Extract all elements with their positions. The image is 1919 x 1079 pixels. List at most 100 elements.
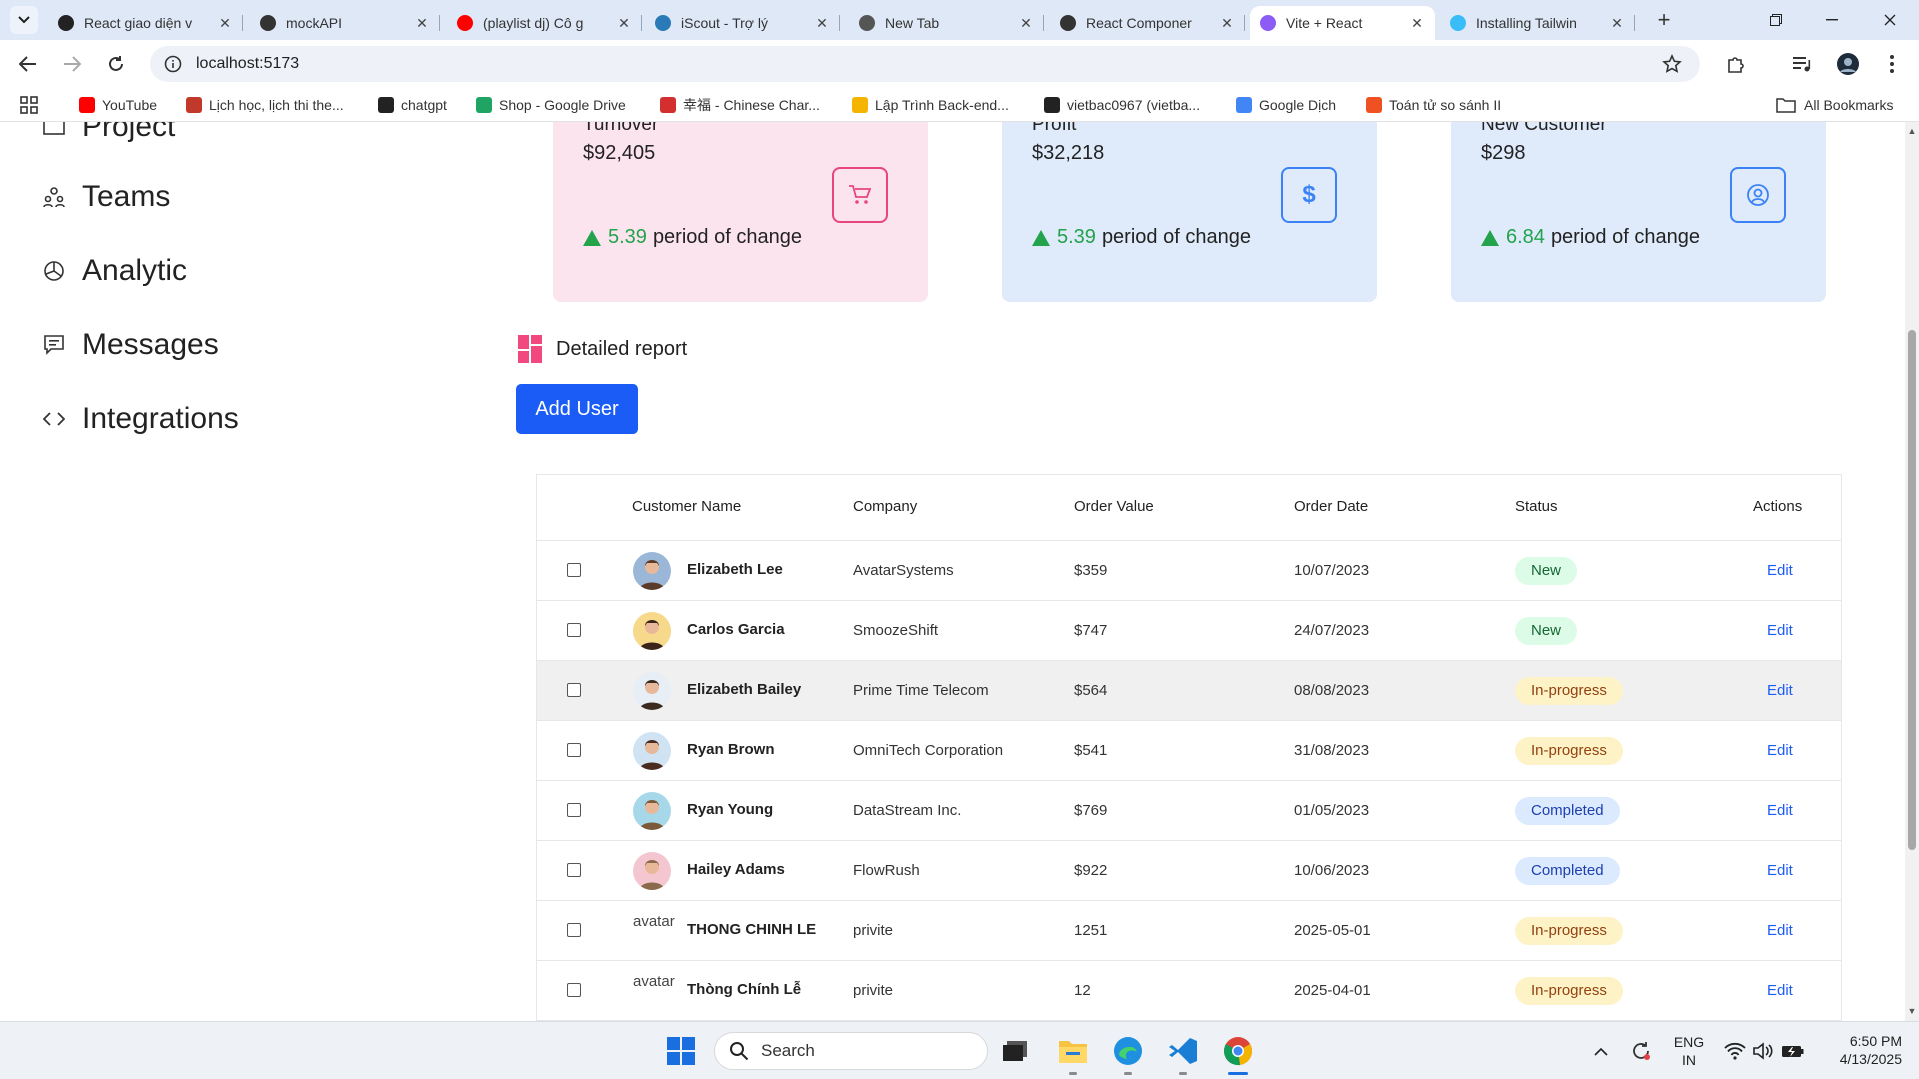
bookmark-item[interactable]: Lịch học, lịch thi the... — [186, 94, 344, 116]
add-user-button[interactable]: Add User — [516, 384, 638, 434]
row-checkbox[interactable] — [567, 983, 581, 997]
bookmark-item[interactable]: YouTube — [79, 94, 157, 116]
stat-card-new-customer: New Customer $298 6.84 period of change — [1451, 122, 1826, 302]
table-row[interactable]: avatar THONG CHINH LE privite 1251 2025-05-0… — [537, 901, 1841, 961]
user-circle-icon[interactable] — [1730, 167, 1786, 223]
table-row[interactable]: Ryan Brown OmniTech Corporation $541 31/08/… — [537, 721, 1841, 781]
table-row[interactable]: Hailey Adams FlowRush $922 10/06/2023 Comple… — [537, 841, 1841, 901]
bookmark-item[interactable]: Lập Trình Back-end... — [852, 94, 1009, 116]
sidebar-item-analytic[interactable]: Analytic — [42, 254, 187, 288]
cart-icon[interactable] — [832, 167, 888, 223]
language-indicator[interactable]: ENG IN — [1666, 1033, 1712, 1069]
new-tab-button[interactable]: + — [1651, 8, 1677, 34]
row-checkbox[interactable] — [567, 923, 581, 937]
browser-tab[interactable]: Installing Tailwin ✕ — [1440, 6, 1635, 40]
table-row[interactable]: Ryan Young DataStream Inc. $769 01/05/2023 C… — [537, 781, 1841, 841]
bookmark-item[interactable]: vietbac0967 (vietba... — [1044, 94, 1200, 116]
bookmark-star-button[interactable] — [1658, 50, 1686, 78]
close-tab-icon[interactable]: ✕ — [616, 15, 632, 31]
sidebar-item-messages[interactable]: Messages — [42, 328, 219, 362]
restore-icon — [1770, 14, 1782, 26]
edit-link[interactable]: Edit — [1767, 622, 1793, 639]
scroll-up-arrow[interactable]: ▲ — [1907, 126, 1917, 136]
table-row[interactable]: Elizabeth Lee AvatarSystems $359 10/07/2023… — [537, 541, 1841, 601]
bookmark-item[interactable]: Shop - Google Drive — [476, 94, 626, 116]
show-hidden-icons-button[interactable] — [1584, 1034, 1618, 1068]
all-bookmarks-button[interactable]: All Bookmarks — [1776, 94, 1893, 116]
row-checkbox[interactable] — [567, 623, 581, 637]
row-checkbox[interactable] — [567, 863, 581, 877]
taskbar-search[interactable]: Search — [714, 1032, 988, 1070]
edge-button[interactable] — [1111, 1034, 1145, 1068]
edit-link[interactable]: Edit — [1767, 682, 1793, 699]
chrome-button[interactable] — [1221, 1034, 1255, 1068]
tailwind-icon — [1450, 15, 1466, 31]
browser-tab[interactable]: iScout - Trợ lý ✕ — [645, 6, 840, 40]
battery-button[interactable] — [1778, 1034, 1808, 1068]
apps-button[interactable] — [20, 94, 38, 116]
clock[interactable]: 6:50 PM 4/13/2025 — [1820, 1032, 1902, 1068]
sync-tray-button[interactable] — [1624, 1034, 1658, 1068]
row-checkbox[interactable] — [567, 803, 581, 817]
header-company[interactable]: Company — [853, 498, 917, 515]
close-tab-icon[interactable]: ✕ — [217, 15, 233, 31]
close-tab-icon[interactable]: ✕ — [1609, 15, 1625, 31]
scroll-down-arrow[interactable]: ▼ — [1907, 1006, 1917, 1016]
page-scrollbar[interactable]: ▲ ▼ — [1905, 122, 1919, 1021]
browser-menu-button[interactable] — [1878, 50, 1906, 78]
close-tab-icon[interactable]: ✕ — [814, 15, 830, 31]
volume-button[interactable] — [1748, 1034, 1778, 1068]
browser-tab[interactable]: React Componer ✕ — [1050, 6, 1245, 40]
table-row[interactable]: avatar Thòng Chính Lễ privite 12 2025-04-01 I… — [537, 961, 1841, 1021]
vscode-button[interactable] — [1166, 1034, 1200, 1068]
browser-tab[interactable]: Vite + React ✕ — [1250, 6, 1435, 40]
restore-button[interactable] — [1748, 0, 1804, 40]
header-status[interactable]: Status — [1515, 498, 1558, 515]
row-checkbox[interactable] — [567, 743, 581, 757]
profile-avatar-button[interactable] — [1834, 50, 1862, 78]
edit-link[interactable]: Edit — [1767, 922, 1793, 939]
back-button[interactable] — [14, 50, 42, 78]
tab-search-button[interactable] — [10, 6, 38, 34]
header-customer-name[interactable]: Customer Name — [632, 498, 741, 515]
edit-link[interactable]: Edit — [1767, 562, 1793, 579]
bookmark-item[interactable]: Google Dịch — [1236, 94, 1336, 116]
table-row[interactable]: Elizabeth Bailey Prime Time Telecom $564 08… — [537, 661, 1841, 721]
edit-link[interactable]: Edit — [1767, 742, 1793, 759]
address-bar[interactable]: localhost:5173 — [150, 46, 1700, 82]
extensions-button[interactable] — [1722, 50, 1750, 78]
sidebar-item-integrations[interactable]: Integrations — [42, 402, 239, 436]
header-order-date[interactable]: Order Date — [1294, 498, 1368, 515]
edit-link[interactable]: Edit — [1767, 982, 1793, 999]
close-tab-icon[interactable]: ✕ — [1409, 15, 1425, 31]
browser-tab[interactable]: New Tab ✕ — [849, 6, 1044, 40]
browser-tab[interactable]: mockAPI ✕ — [250, 6, 440, 40]
header-order-value[interactable]: Order Value — [1074, 498, 1154, 515]
wifi-button[interactable] — [1720, 1034, 1750, 1068]
browser-tab[interactable]: React giao diện v ✕ — [48, 6, 243, 40]
minimize-button[interactable] — [1804, 0, 1860, 40]
close-tab-icon[interactable]: ✕ — [414, 15, 430, 31]
table-row[interactable]: Carlos Garcia SmoozeShift $747 24/07/2023 Ne… — [537, 601, 1841, 661]
start-button[interactable] — [664, 1034, 698, 1068]
forward-button[interactable] — [58, 50, 86, 78]
file-explorer-button[interactable] — [1056, 1034, 1090, 1068]
scroll-thumb[interactable] — [1908, 330, 1916, 850]
dollar-icon[interactable]: $ — [1281, 167, 1337, 223]
bookmark-item[interactable]: 幸福 - Chinese Char... — [660, 94, 820, 116]
media-controls-button[interactable] — [1788, 50, 1816, 78]
reload-button[interactable] — [102, 50, 130, 78]
bookmark-item[interactable]: Toán tử so sánh II — [1366, 94, 1501, 116]
edit-link[interactable]: Edit — [1767, 802, 1793, 819]
row-checkbox[interactable] — [567, 563, 581, 577]
sidebar-item-teams[interactable]: Teams — [42, 180, 170, 214]
close-window-button[interactable] — [1860, 0, 1919, 40]
close-tab-icon[interactable]: ✕ — [1018, 15, 1034, 31]
bookmark-item[interactable]: chatgpt — [378, 94, 447, 116]
browser-tab[interactable]: (playlist dj) Cô g ✕ — [447, 6, 642, 40]
edit-link[interactable]: Edit — [1767, 862, 1793, 879]
row-checkbox[interactable] — [567, 683, 581, 697]
sidebar-item-project[interactable]: Project — [42, 122, 175, 144]
close-tab-icon[interactable]: ✕ — [1219, 15, 1235, 31]
task-view-button[interactable] — [998, 1034, 1032, 1068]
